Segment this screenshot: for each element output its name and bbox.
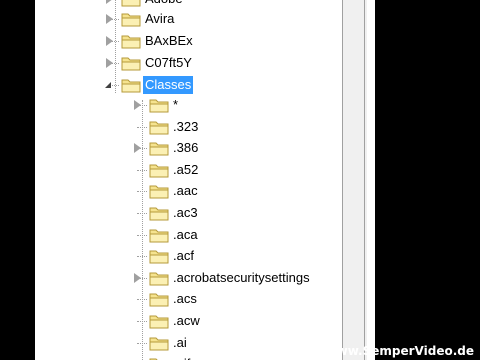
tree-item-c07ft5y[interactable]: C07ft5Y (35, 53, 335, 73)
tree-item-label: .acf (173, 248, 194, 264)
tree-item[interactable]: .aca (35, 225, 335, 245)
folder-icon (149, 183, 169, 199)
folder-icon (121, 77, 141, 93)
tree-item-label: BAxBEx (145, 33, 193, 48)
folder-icon (149, 356, 169, 360)
tree-guide-line (137, 234, 147, 236)
folder-icon (121, 11, 141, 27)
folder-icon (149, 205, 169, 221)
tree-item-label: Classes (143, 76, 194, 94)
tree-item[interactable]: .acf (35, 246, 335, 266)
folder-icon (121, 55, 141, 71)
expand-arrow-icon[interactable] (106, 0, 113, 4)
folder-icon (149, 270, 169, 286)
tree-item-baxbex[interactable]: BAxBEx (35, 31, 335, 51)
tree-item-label: .386 (173, 140, 199, 156)
collapse-arrow-icon[interactable] (105, 82, 111, 88)
folder-icon (149, 248, 169, 264)
expand-arrow-icon[interactable] (134, 143, 141, 154)
tree-guide-line (137, 213, 147, 214)
tree-item[interactable]: .aif (35, 354, 335, 360)
folder-icon (149, 119, 169, 135)
folder-icon (149, 140, 169, 156)
tree-item-label: * (173, 97, 179, 112)
tree-item-label: C07ft5Y (145, 55, 192, 70)
expand-arrow-icon[interactable] (106, 36, 113, 46)
tree-item-avira[interactable]: Avira (35, 9, 335, 29)
expand-arrow-icon[interactable] (106, 58, 113, 68)
tree-item[interactable]: .acs (35, 289, 335, 309)
tree-item-label: .acw (173, 313, 200, 328)
tree-guide-line (137, 126, 147, 128)
tree-item[interactable]: .a52 (35, 160, 335, 180)
folder-icon (149, 162, 169, 178)
tree-item[interactable]: .acw (35, 311, 335, 331)
divider (364, 0, 365, 360)
tree-item-label: Adobe (143, 0, 185, 8)
tree-guide-line (137, 191, 147, 193)
tree-item-label: .acs (173, 291, 197, 307)
folder-icon (121, 0, 141, 7)
tree-item[interactable]: * (35, 95, 335, 115)
tree-item[interactable]: .ac3 (35, 203, 335, 223)
tree-item[interactable]: .323 (35, 117, 335, 137)
tree-item-label: .aca (173, 226, 198, 242)
tree-item-label: .ai (173, 334, 187, 350)
expand-arrow-icon[interactable] (134, 100, 141, 110)
tree-item-label: .323 (173, 118, 199, 134)
folder-icon (149, 335, 169, 351)
tree-item-classes[interactable]: Classes (35, 75, 335, 95)
tree-guide-line (137, 169, 147, 171)
tree-item-label: .ac3 (173, 205, 198, 220)
tree-item-label: .a52 (173, 161, 199, 177)
folder-icon (149, 291, 169, 307)
registry-tree-panel: Adobe Avira BAxBEx C07ft5Y Classes * .323 .386.… (35, 0, 375, 360)
folder-icon (121, 33, 141, 49)
tree-guide-line (137, 342, 147, 344)
tree-item-label: .aif (171, 355, 192, 360)
tree-item-label: Avira (145, 11, 175, 26)
tree-item[interactable]: .aac (35, 181, 335, 201)
tree-guide-line (137, 299, 147, 301)
expand-arrow-icon[interactable] (134, 272, 141, 283)
folder-icon (149, 227, 169, 243)
expand-arrow-icon[interactable] (106, 14, 113, 24)
folder-icon (149, 97, 169, 113)
tree-item[interactable]: .ai (35, 333, 335, 353)
folder-icon (149, 313, 169, 329)
tree-item[interactable]: .acrobatsecuritysettings (35, 268, 335, 288)
tree-item[interactable]: .386 (35, 138, 335, 158)
tree-item-label: .acrobatsecuritysettings (173, 269, 310, 285)
tree-item-adobe[interactable]: Adobe (35, 0, 335, 9)
watermark: www.SemperVideo.de (325, 344, 474, 358)
tree-guide-line (137, 256, 147, 258)
tree-item-label: .aac (173, 183, 198, 199)
tree-guide-line (137, 321, 147, 322)
